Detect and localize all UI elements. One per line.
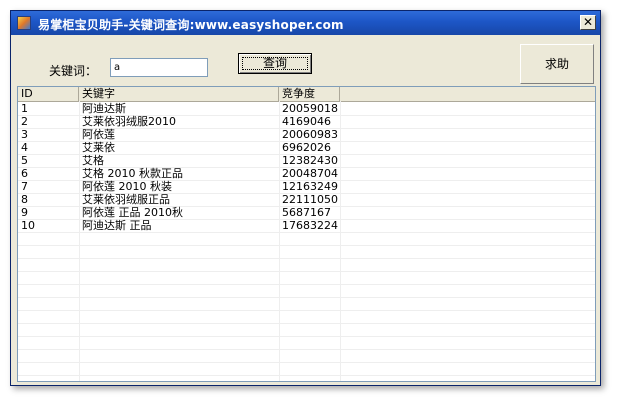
keyword-input[interactable] <box>110 58 208 77</box>
column-divider <box>79 101 80 381</box>
row-competition-cell: 22111050 <box>282 193 338 206</box>
app-window: 易掌柜宝贝助手-关键词查询:www.easyshoper.com ✕ 关键词： … <box>10 10 601 386</box>
column-header-id[interactable]: ID <box>18 87 79 101</box>
row-competition-cell: 20048704 <box>282 167 338 180</box>
table-row[interactable] <box>18 362 595 376</box>
app-icon <box>17 16 31 30</box>
row-id-cell: 2 <box>21 115 28 128</box>
row-competition-cell: 12382430 <box>282 154 338 167</box>
row-keyword-cell: 艾莱依羽绒服正品 <box>82 193 170 206</box>
close-icon: ✕ <box>582 15 594 29</box>
keyword-label: 关键词： <box>49 64 98 78</box>
row-keyword-cell: 阿迪达斯 正品 <box>82 219 152 232</box>
table-row[interactable] <box>18 349 595 363</box>
row-competition-cell: 17683224 <box>282 219 338 232</box>
row-id-cell: 6 <box>21 167 28 180</box>
row-id-cell: 8 <box>21 193 28 206</box>
row-keyword-cell: 阿依莲 <box>82 128 115 141</box>
table-row[interactable]: 8 艾莱依羽绒服正品 22111050 <box>18 193 595 207</box>
row-id-cell: 4 <box>21 141 28 154</box>
row-keyword-cell: 艾莱依 <box>82 141 115 154</box>
table-row[interactable]: 2 艾莱依羽绒服2010 4169046 <box>18 115 595 129</box>
row-keyword-cell: 阿依莲 2010 秋装 <box>82 180 172 193</box>
help-button[interactable]: 求助 <box>520 44 594 84</box>
table-row[interactable] <box>18 232 595 246</box>
column-header-competition[interactable]: 竞争度 <box>279 87 340 101</box>
row-id-cell: 5 <box>21 154 28 167</box>
table-row[interactable] <box>18 310 595 324</box>
table-row[interactable]: 5 艾格 12382430 <box>18 154 595 168</box>
window-title: 易掌柜宝贝助手-关键词查询:www.easyshoper.com <box>38 18 344 32</box>
focus-rect <box>242 57 308 70</box>
row-competition-cell: 20059018 <box>282 102 338 115</box>
row-keyword-cell: 艾莱依羽绒服2010 <box>82 115 176 128</box>
table-row[interactable]: 10 阿迪达斯 正品 17683224 <box>18 219 595 233</box>
table-row[interactable] <box>18 336 595 350</box>
row-competition-cell: 20060983 <box>282 128 338 141</box>
row-id-cell: 9 <box>21 206 28 219</box>
results-grid[interactable]: ID 关键字 竞争度 1 阿迪达斯 20059018 2 艾莱依羽绒服2010 41690… <box>17 86 596 382</box>
table-row[interactable] <box>18 245 595 259</box>
table-row[interactable]: 3 阿依莲 20060983 <box>18 128 595 142</box>
row-keyword-cell: 艾格 <box>82 154 104 167</box>
row-keyword-cell: 阿迪达斯 <box>82 102 126 115</box>
table-row[interactable] <box>18 258 595 272</box>
table-row[interactable]: 1 阿迪达斯 20059018 <box>18 102 595 116</box>
table-row[interactable] <box>18 323 595 337</box>
close-button[interactable]: ✕ <box>580 15 596 30</box>
table-row[interactable]: 6 艾格 2010 秋款正品 20048704 <box>18 167 595 181</box>
table-row[interactable]: 9 阿依莲 正品 2010秋 5687167 <box>18 206 595 220</box>
row-keyword-cell: 艾格 2010 秋款正品 <box>82 167 183 180</box>
row-id-cell: 3 <box>21 128 28 141</box>
row-competition-cell: 12163249 <box>282 180 338 193</box>
column-divider <box>340 101 341 381</box>
table-row[interactable] <box>18 271 595 285</box>
table-row[interactable]: 7 阿依莲 2010 秋装 12163249 <box>18 180 595 194</box>
column-divider <box>279 101 280 381</box>
title-bar[interactable]: 易掌柜宝贝助手-关键词查询:www.easyshoper.com ✕ <box>11 11 600 35</box>
table-row[interactable]: 4 艾莱依 6962026 <box>18 141 595 155</box>
column-header-keyword[interactable]: 关键字 <box>79 87 279 101</box>
query-button[interactable]: 查询 <box>238 53 312 74</box>
row-competition-cell: 6962026 <box>282 141 331 154</box>
row-id-cell: 7 <box>21 180 28 193</box>
row-keyword-cell: 阿依莲 正品 2010秋 <box>82 206 183 219</box>
row-competition-cell: 5687167 <box>282 206 331 219</box>
help-button-label: 求助 <box>544 57 569 71</box>
row-competition-cell: 4169046 <box>282 115 331 128</box>
table-row[interactable] <box>18 297 595 311</box>
grid-header: ID 关键字 竞争度 <box>18 87 595 102</box>
row-id-cell: 1 <box>21 102 28 115</box>
table-row[interactable] <box>18 284 595 298</box>
row-id-cell: 10 <box>21 219 35 232</box>
